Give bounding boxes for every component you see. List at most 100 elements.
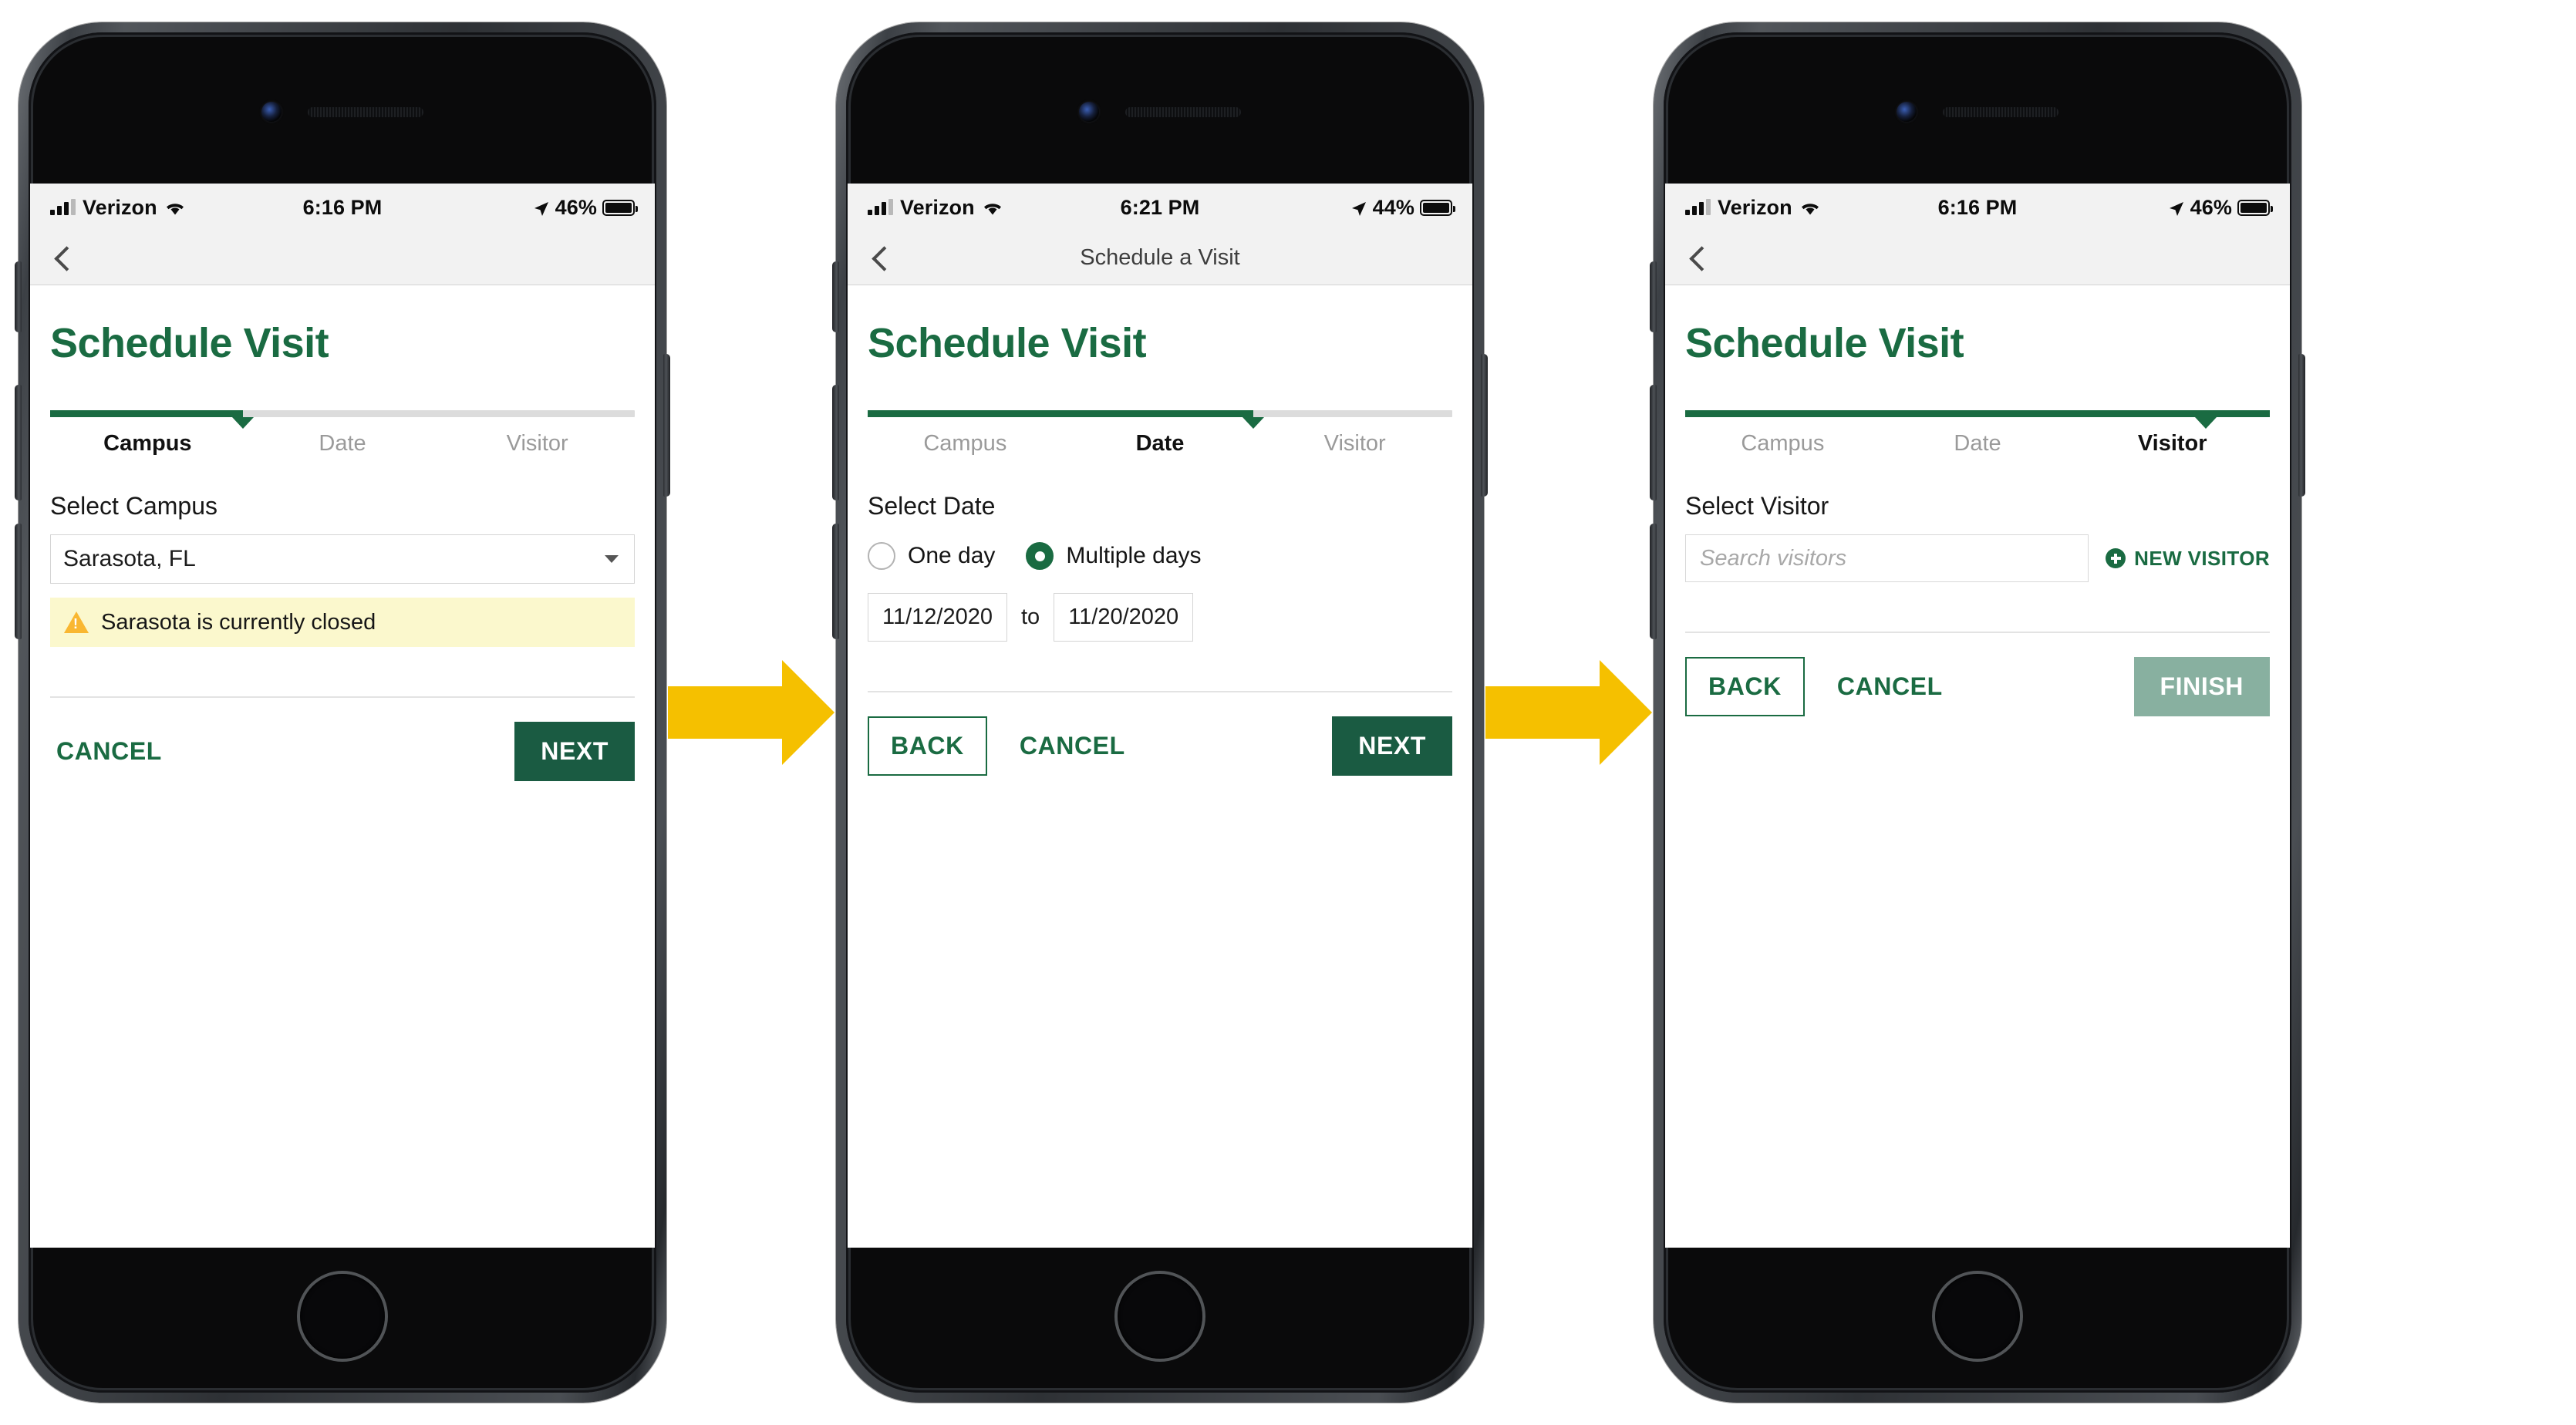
volume-up-button[interactable] (832, 385, 839, 500)
step-visitor-2[interactable]: Visitor (1257, 431, 1452, 456)
home-button-1[interactable] (300, 1274, 385, 1359)
radio-multiple-days[interactable] (1026, 542, 1054, 570)
nav-bar-3 (1665, 231, 2290, 285)
radio-one-day[interactable] (868, 542, 895, 570)
plus-circle-icon (2106, 548, 2126, 568)
status-bar-2: Verizon 6:21 PM 44% (848, 184, 1472, 231)
battery-icon (1420, 199, 1455, 216)
new-visitor-label: NEW VISITOR (2134, 546, 2270, 570)
battery-icon (602, 199, 638, 216)
phone-device-1: Verizon 6:16 PM 46% Schedule Visit Campu… (15, 22, 670, 1403)
volume-down-button[interactable] (15, 524, 22, 639)
date-range-row: 11/12/2020 to 11/20/2020 (868, 593, 1452, 642)
stepper-track-2 (868, 410, 1452, 429)
actions-divider-1 (50, 696, 635, 698)
phone-body-2: Verizon 6:21 PM 44% Schedule a Visit Sch… (846, 32, 1474, 1393)
battery-percent-label: 44% (1372, 195, 1414, 219)
back-button-2[interactable]: BACK (868, 716, 987, 776)
front-camera-icon (1079, 102, 1099, 122)
radio-multiple-days-label: Multiple days (1066, 543, 1202, 568)
closed-warning-banner: Sarasota is currently closed (50, 598, 635, 647)
volume-down-button[interactable] (832, 524, 839, 639)
stepper-fill-3 (1685, 410, 2270, 417)
signal-bars-icon (868, 199, 893, 215)
page-title-1: Schedule Visit (50, 320, 329, 366)
cancel-button-1[interactable]: CANCEL (50, 725, 168, 778)
step-date-1[interactable]: Date (245, 431, 440, 456)
phone-device-2: Verizon 6:21 PM 44% Schedule a Visit Sch… (832, 22, 1488, 1403)
phone-flow-diagram: Verizon 6:16 PM 46% Schedule Visit Campu… (0, 0, 2576, 1425)
status-bar-right-3: 46% (2017, 195, 2273, 220)
date-mode-radio-group: One day Multiple days (868, 542, 1452, 570)
stepper-2: Campus Date Visitor (868, 410, 1452, 456)
status-bar-right-1: 46% (382, 195, 638, 220)
new-visitor-button[interactable]: NEW VISITOR (2106, 547, 2270, 571)
stepper-track-3 (1685, 410, 2270, 429)
power-button[interactable] (2298, 354, 2305, 497)
back-chevron-icon[interactable] (1685, 245, 1711, 271)
volume-up-button[interactable] (15, 385, 22, 500)
visitor-search-row: Search visitors NEW VISITOR (1685, 534, 2270, 582)
battery-percent-label: 46% (2190, 195, 2232, 219)
silent-switch[interactable] (15, 261, 22, 332)
campus-select[interactable]: Sarasota, FL (50, 534, 635, 584)
step-campus-2[interactable]: Campus (868, 431, 1063, 456)
signal-bars-icon (50, 199, 76, 215)
phone-top-hardware-1 (29, 102, 656, 122)
date-to-input[interactable]: 11/20/2020 (1054, 593, 1194, 642)
step-visitor-1[interactable]: Visitor (440, 431, 635, 456)
status-bar-left-1: Verizon (50, 196, 303, 220)
silent-switch[interactable] (1650, 261, 1657, 332)
screen-1: Verizon 6:16 PM 46% Schedule Visit Campu… (30, 184, 655, 1248)
earpiece-speaker-icon (308, 106, 423, 117)
visitor-search-input[interactable]: Search visitors (1685, 534, 2089, 582)
back-button-3[interactable]: BACK (1685, 656, 1805, 716)
nav-bar-2: Schedule a Visit (848, 231, 1472, 285)
arrow-right-icon (1485, 660, 1652, 765)
cancel-button-3[interactable]: CANCEL (1831, 660, 1949, 713)
select-visitor-label: Select Visitor (1685, 492, 1829, 520)
volume-up-button[interactable] (1650, 385, 1657, 500)
location-arrow-icon (532, 199, 550, 217)
campus-select-value: Sarasota, FL (63, 546, 196, 571)
front-camera-icon (261, 102, 282, 122)
back-chevron-icon[interactable] (50, 245, 76, 271)
clock-label: 6:16 PM (1937, 195, 2018, 219)
step-visitor-3[interactable]: Visitor (2075, 431, 2270, 456)
stepper-fill-1 (50, 410, 244, 417)
status-bar-left-2: Verizon (868, 196, 1121, 220)
step-date-3[interactable]: Date (1880, 431, 2075, 456)
status-bar-left-3: Verizon (1685, 196, 1938, 220)
next-button-2[interactable]: NEXT (1332, 716, 1452, 776)
status-bar-1: Verizon 6:16 PM 46% (30, 184, 655, 231)
earpiece-speaker-icon (1125, 106, 1241, 117)
actions-row-3: BACK CANCEL FINISH (1685, 656, 2270, 716)
home-button-2[interactable] (1118, 1274, 1202, 1359)
silent-switch[interactable] (832, 261, 839, 332)
earpiece-speaker-icon (1943, 106, 2058, 117)
finish-button[interactable]: FINISH (2133, 656, 2270, 716)
wifi-icon (1799, 200, 1821, 216)
phone-top-hardware-2 (846, 102, 1474, 122)
phone-device-3: Verizon 6:16 PM 46% Schedule Visit Campu… (1650, 22, 2305, 1403)
step-date-2[interactable]: Date (1063, 431, 1258, 456)
step-campus-1[interactable]: Campus (50, 431, 245, 456)
chevron-down-icon (605, 555, 619, 563)
step-campus-3[interactable]: Campus (1685, 431, 1880, 456)
battery-percent-label: 46% (555, 195, 597, 219)
stepper-caret-icon (1242, 417, 1265, 429)
date-from-input[interactable]: 11/12/2020 (868, 593, 1007, 642)
wifi-icon (982, 200, 1003, 216)
volume-down-button[interactable] (1650, 524, 1657, 639)
cancel-button-2[interactable]: CANCEL (1013, 719, 1131, 773)
home-button-3[interactable] (1935, 1274, 2020, 1359)
next-button-1[interactable]: NEXT (514, 721, 635, 781)
stepper-caret-icon (232, 417, 255, 429)
clock-label: 6:21 PM (1120, 195, 1200, 219)
carrier-label: Verizon (900, 195, 975, 219)
stepper-labels-1: Campus Date Visitor (50, 431, 635, 456)
stepper-fill-2 (868, 410, 1254, 417)
location-arrow-icon (2167, 199, 2185, 217)
stepper-1: Campus Date Visitor (50, 410, 635, 456)
wifi-icon (164, 200, 186, 216)
